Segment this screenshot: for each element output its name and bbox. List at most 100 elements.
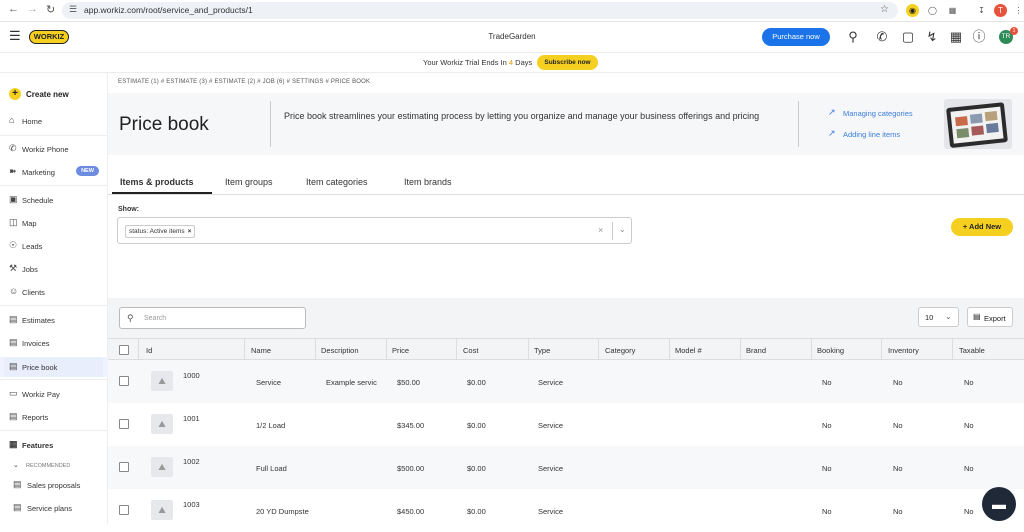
search-input[interactable]: ⚲ Search	[119, 307, 306, 329]
page-header: Price book Price book streamlines your e…	[108, 93, 1024, 155]
cell-name: 20 YD Dumpste	[256, 507, 309, 516]
company-name: TradeGarden	[488, 32, 536, 41]
table-row[interactable]: ⛰ 1001 1/2 Load $345.00 $0.00 Service No…	[108, 403, 1024, 446]
browser-toolbar: ← → ↻ ☰ app.workiz.com/root/service_and_…	[0, 0, 1024, 22]
sidebar-item-reports[interactable]: ▤ Reports	[0, 407, 108, 427]
sidebar-item-invoices[interactable]: ▤ Invoices	[0, 333, 108, 353]
sidebar-item-sales-proposals[interactable]: ▤ Sales proposals	[0, 475, 108, 495]
image-placeholder-icon: ⛰	[151, 457, 173, 477]
cell-price: $345.00	[397, 421, 425, 430]
bookmark-star-icon[interactable]: ☆	[880, 4, 889, 15]
cell-name: 1/2 Load	[256, 421, 286, 430]
table-row[interactable]: ⛰ 1000 Service Example servic $50.00 $0.…	[108, 360, 1024, 403]
chat-widget-button[interactable]: ▬	[982, 487, 1016, 521]
help-icon[interactable]: ⓘ	[971, 28, 987, 46]
cell-booking: No	[822, 507, 832, 516]
reports-icon: ▤	[9, 411, 18, 421]
pricebook-icon: ▤	[9, 361, 18, 371]
export-button[interactable]: ▤ Export	[967, 307, 1013, 327]
sidebar-item-clients[interactable]: ☺ Clients	[0, 282, 108, 302]
sidebar-item-estimates[interactable]: ▤ Estimates	[0, 310, 108, 330]
column-header-name[interactable]: Name	[251, 346, 271, 355]
lightning-icon[interactable]: ↯	[924, 28, 940, 46]
purchase-now-button[interactable]: Purchase now	[762, 28, 830, 46]
select-all-checkbox[interactable]	[119, 345, 129, 355]
table-row[interactable]: ⛰ 1003 20 YD Dumpste $450.00 $0.00 Servi…	[108, 489, 1024, 532]
sidebar-divider	[0, 135, 108, 136]
chevron-down-icon[interactable]: ⌄	[619, 225, 626, 234]
sidebar-item-price-book[interactable]: ▤ Price book	[0, 357, 108, 377]
row-checkbox[interactable]	[119, 376, 129, 386]
tab-item-groups[interactable]: Item groups	[225, 177, 273, 187]
managing-categories-link[interactable]: Managing categories	[843, 109, 913, 118]
column-header-price[interactable]: Price	[392, 346, 409, 355]
breadcrumb[interactable]: ESTIMATE (1) # ESTIMATE (3) # ESTIMATE (…	[118, 79, 370, 85]
cell-taxable: No	[964, 507, 974, 516]
subscribe-now-button[interactable]: Subscribe now	[537, 55, 598, 70]
column-header-inventory[interactable]: Inventory	[888, 346, 919, 355]
column-header-brand[interactable]: Brand	[746, 346, 766, 355]
clear-icon[interactable]: ×	[598, 225, 603, 235]
puzzle-icon[interactable]: ▦	[946, 4, 959, 17]
forward-icon[interactable]: →	[27, 3, 38, 15]
add-new-button[interactable]: + Add New	[951, 218, 1013, 236]
status-filter-select[interactable]: status: Active items × × ⌄	[117, 217, 632, 244]
divider	[798, 101, 799, 147]
remove-chip-icon[interactable]: ×	[188, 228, 192, 235]
sidebar-item-workiz-pay[interactable]: ▭ Workiz Pay	[0, 384, 108, 404]
filter-chip[interactable]: status: Active items ×	[125, 225, 196, 238]
browser-menu-icon[interactable]: ⋮	[1012, 4, 1024, 17]
image-placeholder-icon: ⛰	[151, 414, 173, 434]
column-header-type[interactable]: Type	[534, 346, 550, 355]
sidebar-item-jobs[interactable]: ⚒ Jobs	[0, 259, 108, 279]
sidebar-item-service-plans[interactable]: ▤ Service plans	[0, 498, 108, 518]
page-size-select[interactable]: 10 ⌄	[918, 307, 959, 327]
external-link-icon: ↗	[828, 128, 836, 138]
site-info-icon[interactable]: ☰	[69, 4, 77, 15]
row-checkbox[interactable]	[119, 505, 129, 515]
profile-avatar[interactable]: T	[994, 4, 1007, 17]
apps-grid-icon[interactable]: ▦	[948, 28, 964, 46]
sidebar-item-features[interactable]: ▦ Features	[0, 435, 108, 455]
search-icon: ⚲	[127, 313, 134, 323]
sidebar-item-schedule[interactable]: ▣ Schedule	[0, 190, 108, 210]
table-row[interactable]: ⛰ 1002 Full Load $500.00 $0.00 Service N…	[108, 446, 1024, 489]
divider	[270, 101, 271, 147]
tab-item-brands[interactable]: Item brands	[404, 177, 452, 187]
column-header-category[interactable]: Category	[605, 346, 635, 355]
sidebar-divider	[0, 305, 108, 306]
address-bar[interactable]: ☰ app.workiz.com/root/service_and_produc…	[62, 2, 898, 19]
phone-icon[interactable]: ✆	[874, 28, 890, 46]
row-checkbox[interactable]	[119, 419, 129, 429]
reload-icon[interactable]: ↻	[46, 3, 55, 16]
back-icon[interactable]: ←	[8, 3, 19, 15]
calendar-icon: ▣	[9, 194, 18, 204]
download-icon[interactable]: ↧	[975, 4, 988, 17]
adding-line-items-link[interactable]: Adding line items	[843, 130, 900, 139]
cell-inventory: No	[893, 421, 903, 430]
sidebar-item-workiz-phone[interactable]: ✆ Workiz Phone	[0, 139, 108, 159]
tab-items-products[interactable]: Items & products	[120, 177, 194, 187]
camera-icon[interactable]: ◯	[926, 4, 939, 17]
sidebar-item-home[interactable]: ⌂ Home	[0, 111, 108, 131]
row-checkbox[interactable]	[119, 462, 129, 472]
sidebar-item-leads[interactable]: ☉ Leads	[0, 236, 108, 256]
cell-taxable: No	[964, 464, 974, 473]
column-header-booking[interactable]: Booking	[817, 346, 844, 355]
sidebar-divider	[0, 430, 108, 431]
column-header-cost[interactable]: Cost	[463, 346, 478, 355]
plus-icon[interactable]: +	[9, 88, 21, 100]
sidebar-item-map[interactable]: ◫ Map	[0, 213, 108, 233]
column-header-taxable[interactable]: Taxable	[959, 346, 985, 355]
document-icon: ▤	[13, 479, 22, 489]
column-header-description[interactable]: Description	[321, 346, 359, 355]
sidebar-recommended-header[interactable]: ⌄ RECOMMENDED	[0, 456, 108, 476]
tab-item-categories[interactable]: Item categories	[306, 177, 368, 187]
chat-icon[interactable]: ▢	[900, 28, 916, 46]
column-header-id[interactable]: Id	[146, 346, 152, 355]
column-header-model[interactable]: Model #	[675, 346, 702, 355]
search-icon[interactable]: ⚲	[845, 28, 861, 46]
create-new-button[interactable]: Create new	[26, 90, 69, 99]
external-link-icon: ↗	[828, 107, 836, 117]
extension-icon[interactable]: ◉	[906, 4, 919, 17]
